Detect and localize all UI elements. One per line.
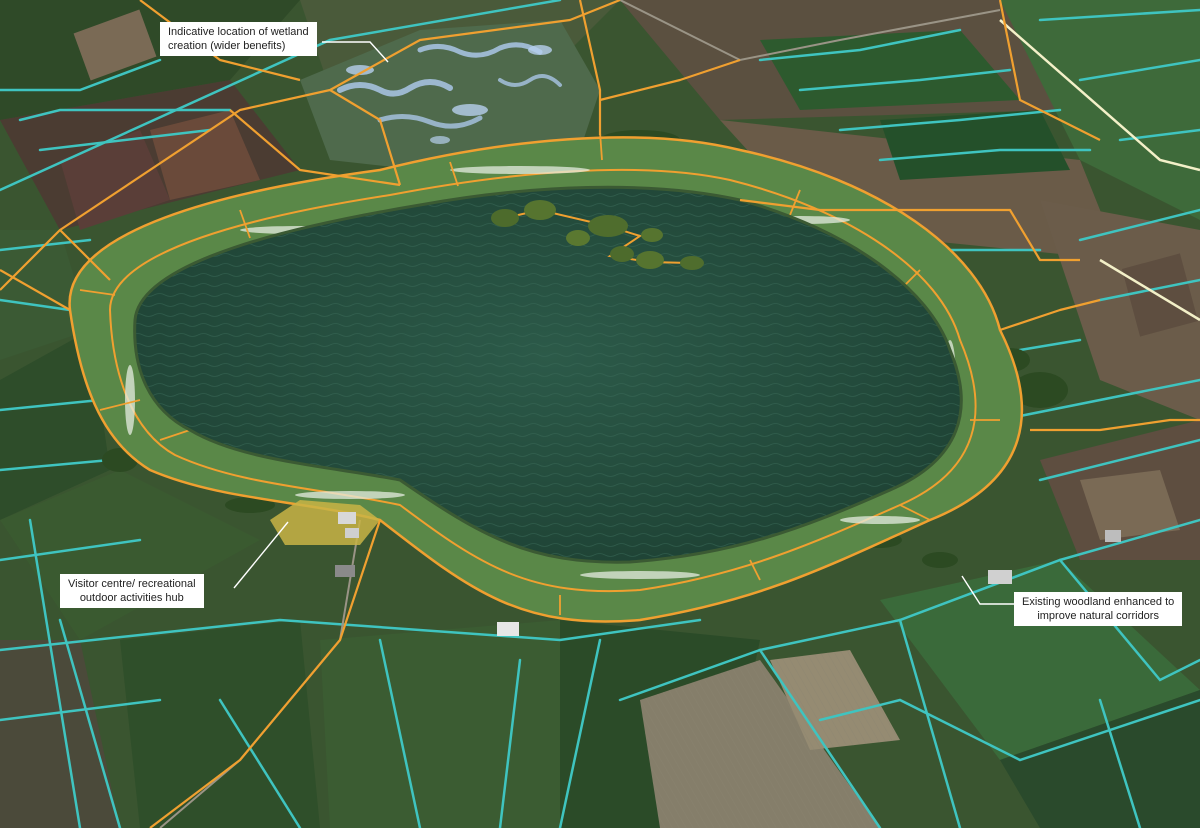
- woodland-callout-line2: improve natural corridors: [1037, 610, 1159, 622]
- wetland-callout-line1: Indicative location of wetland: [168, 26, 309, 38]
- wetland-callout-line2: creation (wider benefits): [168, 40, 286, 52]
- reservoir-map: [0, 0, 1200, 828]
- wetland-creation-callout: Indicative location of wetland creation …: [160, 22, 317, 56]
- woodland-callout-line1: Existing woodland enhanced to: [1022, 596, 1175, 608]
- visitor-centre-callout: Visitor centre/ recreational outdoor act…: [60, 574, 204, 608]
- visitor-callout-line1: Visitor centre/ recreational: [68, 578, 196, 590]
- woodland-callout: Existing woodland enhanced to improve na…: [1014, 592, 1183, 626]
- visitor-callout-line2: outdoor activities hub: [79, 592, 184, 604]
